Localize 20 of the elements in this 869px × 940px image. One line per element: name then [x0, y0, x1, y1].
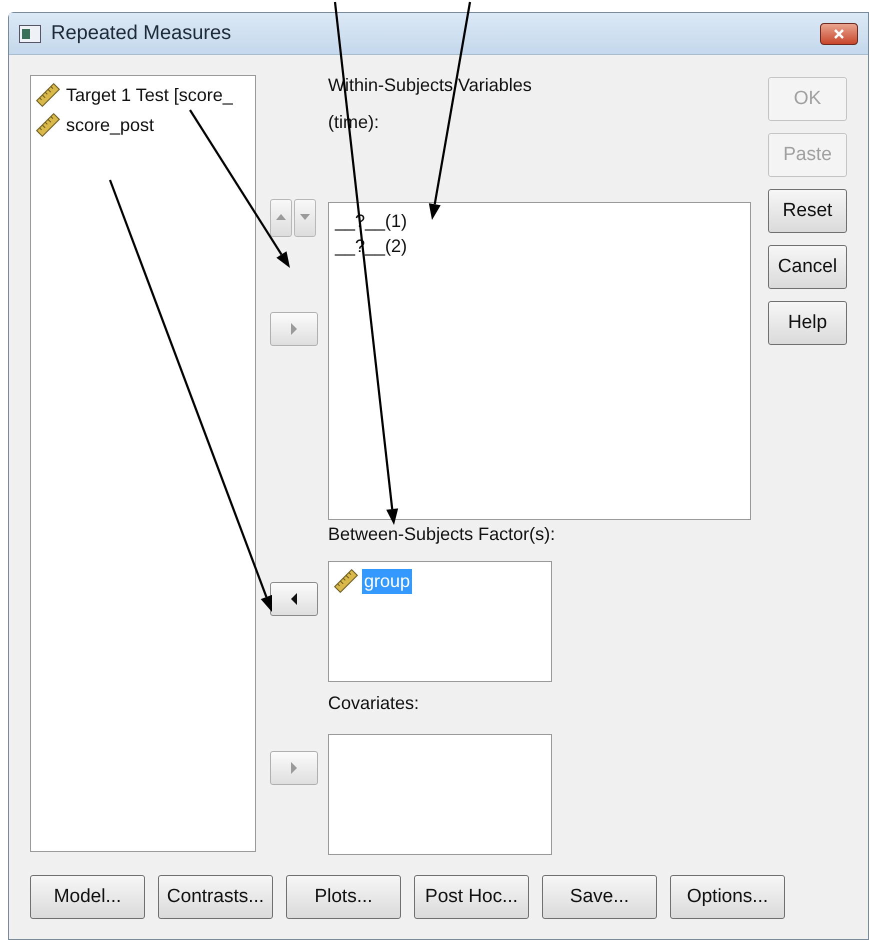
options-button[interactable]: Post Hoc...: [414, 875, 529, 919]
right-arrow-icon: [288, 323, 300, 335]
options-button[interactable]: Model...: [30, 875, 145, 919]
between-subjects-label: Between-Subjects Factor(s):: [328, 524, 556, 545]
options-button[interactable]: Plots...: [286, 875, 401, 919]
list-item[interactable]: Target 1 Test [score_: [64, 82, 235, 108]
move-button[interactable]: [270, 582, 318, 616]
close-button[interactable]: [820, 22, 858, 44]
dialog-button[interactable]: Cancel: [768, 245, 847, 289]
options-button[interactable]: Contrasts...: [158, 875, 273, 919]
dialog-button[interactable]: Help: [768, 301, 847, 345]
list-item[interactable]: score_post: [64, 112, 156, 138]
options-button[interactable]: Save...: [542, 875, 657, 919]
dialog-button[interactable]: Reset: [768, 189, 847, 233]
options-button[interactable]: Options...: [670, 875, 785, 919]
window-title: Repeated Measures: [51, 22, 232, 45]
window-icon: [19, 24, 41, 42]
close-icon: [833, 28, 845, 40]
right-arrow-icon: [288, 762, 300, 774]
covariates-label: Covariates:: [328, 693, 420, 714]
